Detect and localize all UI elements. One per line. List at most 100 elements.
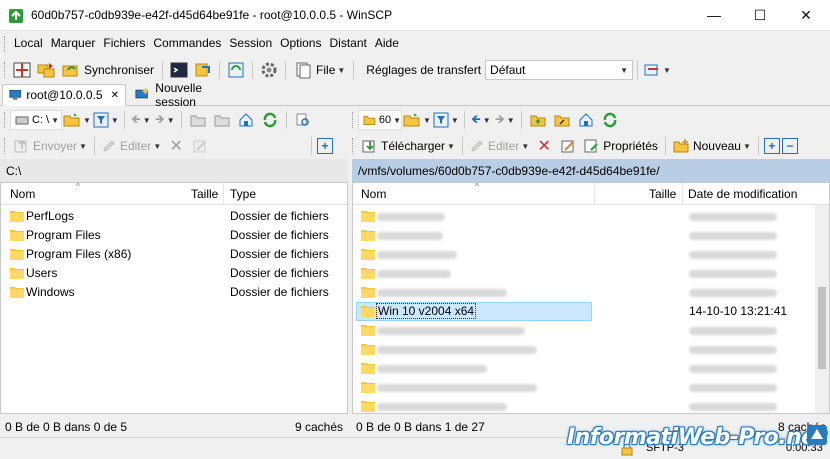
upload-button[interactable]: Envoyer ▼ [11,135,89,157]
unselect-files-minus-icon[interactable]: − [781,138,798,154]
file-type: Dossier de fichiers [230,285,329,299]
menu-session[interactable]: Session [225,33,276,54]
list-item[interactable] [353,340,829,359]
tab-new-session[interactable]: Nouvelle session [128,81,248,109]
column-type[interactable]: Type [230,187,256,201]
root-directory-icon[interactable] [551,109,573,131]
select-files-plus-icon[interactable]: + [317,138,333,154]
forward-arrow-icon[interactable]: 🡺 ▼ [154,109,176,131]
delete-icon[interactable]: ✕ [533,135,555,157]
list-item[interactable] [353,207,829,226]
close-button[interactable]: ✕ [783,0,829,30]
column-name[interactable]: Nom [361,187,386,201]
select-files-plus-icon[interactable]: + [763,138,780,154]
folder-icon [10,230,24,241]
menu-local[interactable]: Local [10,33,47,54]
column-separator[interactable] [223,183,224,205]
right-path-bar[interactable]: /vmfs/volumes/60d0b757-c0db939e-e42f-d45… [352,159,830,182]
transfer-settings-select[interactable]: Défaut ▼ [485,60,634,80]
preferences-gear-icon[interactable] [258,59,280,81]
list-item[interactable]: PerfLogs Dossier de fichiers [1,207,347,226]
right-edit-button[interactable]: Editer ▼ [468,135,531,157]
open-directory-button[interactable]: ▼ [403,109,431,131]
properties-button[interactable]: Propriétés [581,135,660,157]
list-item[interactable] [353,283,829,302]
column-separator[interactable] [682,183,683,205]
transfer-options-button[interactable]: ▼ [643,59,671,81]
close-icon[interactable]: ✕ [111,90,119,101]
tab-session[interactable]: root@10.0.0.5 ✕ [2,84,126,106]
queue-icon[interactable] [192,59,214,81]
list-item[interactable] [353,245,829,264]
refresh-icon[interactable] [599,109,621,131]
menu-fichiers[interactable]: Fichiers [99,33,149,54]
delete-icon[interactable]: ✕ [165,135,187,157]
vertical-scrollbar[interactable] [815,205,829,413]
list-item[interactable] [353,321,829,340]
list-item[interactable]: Program Files Dossier de fichiers [1,226,347,245]
folder-icon [361,401,375,412]
back-arrow-icon[interactable]: 🡸 ▼ [470,109,492,131]
file-label: File [316,63,336,77]
column-separator[interactable] [594,183,595,205]
maximize-button[interactable]: ☐ [737,0,783,30]
separator [637,61,639,79]
list-item[interactable]: Windows Dossier de fichiers [1,283,347,302]
minimize-button[interactable]: — [691,0,737,30]
right-directory-select[interactable]: 60 ▼ [358,110,402,130]
rename-icon[interactable] [189,135,211,157]
menu-options[interactable]: Options [276,33,325,54]
scrollbar-thumb[interactable] [818,287,826,369]
file-type: Dossier de fichiers [230,266,329,280]
left-drive-select[interactable]: C: \ ▼ [10,110,62,130]
file-queue-button[interactable]: File ▼ [291,59,348,81]
list-item[interactable]: Users Dossier de fichiers [1,264,347,283]
synchronize-browsing-icon[interactable] [35,59,57,81]
filter-button[interactable]: ▼ [93,109,119,131]
list-item-selected[interactable]: Win 10 v2004 x64 14-10-10 13:21:41 [353,302,829,321]
list-item[interactable]: Program Files (x86) Dossier de fichiers [1,245,347,264]
new-button[interactable]: Nouveau ▼ [671,135,753,157]
column-name[interactable]: Nom [10,187,35,201]
download-label: Télécharger [381,139,446,153]
menu-commandes[interactable]: Commandes [149,33,225,54]
menu-marquer[interactable]: Marquer [47,33,100,54]
menu-aide[interactable]: Aide [371,33,403,54]
refresh-icon[interactable] [259,109,281,131]
drive-icon [15,116,29,125]
filter-button[interactable]: ▼ [433,109,459,131]
forward-arrow-icon[interactable]: 🡺 ▼ [494,109,516,131]
find-files-icon[interactable] [292,109,314,131]
left-file-list[interactable]: Nom ^ Taille Type PerfLogs Dossier de fi… [0,182,348,414]
refresh-session-icon[interactable] [225,59,247,81]
home-icon[interactable] [235,109,257,131]
column-date[interactable]: Date de modification [688,187,797,201]
back-arrow-icon[interactable]: 🡸 ▼ [130,109,152,131]
terminal-icon[interactable] [168,59,190,81]
menu-distant[interactable]: Distant [325,33,370,54]
blurred-date [689,232,777,240]
parent-directory-icon[interactable] [527,109,549,131]
list-item[interactable] [353,264,829,283]
right-file-list[interactable]: Nom ^ Taille Date de modification Win 10… [352,182,830,414]
left-path-bar[interactable]: C:\ [0,159,348,182]
open-directory-button[interactable]: ▼ [63,109,91,131]
main-toolbar: Synchroniser File ▼ Réglages de transfer… [0,58,830,82]
list-item[interactable] [353,226,829,245]
left-edit-button[interactable]: Editer ▼ [100,135,163,157]
column-size[interactable]: Taille [191,187,218,201]
parent-directory-icon[interactable] [187,109,209,131]
list-item[interactable] [353,397,829,413]
folder-icon [361,306,375,317]
rename-icon[interactable] [557,135,579,157]
compare-directories-icon[interactable] [11,59,33,81]
synchronize-button[interactable]: Synchroniser [59,59,157,81]
list-item[interactable] [353,359,829,378]
column-size[interactable]: Taille [649,187,676,201]
list-item[interactable] [353,378,829,397]
chevron-down-icon: ▼ [663,65,671,75]
root-directory-icon[interactable] [211,109,233,131]
home-icon[interactable] [575,109,597,131]
separator [353,61,355,79]
download-button[interactable]: Télécharger ▼ [359,135,457,157]
